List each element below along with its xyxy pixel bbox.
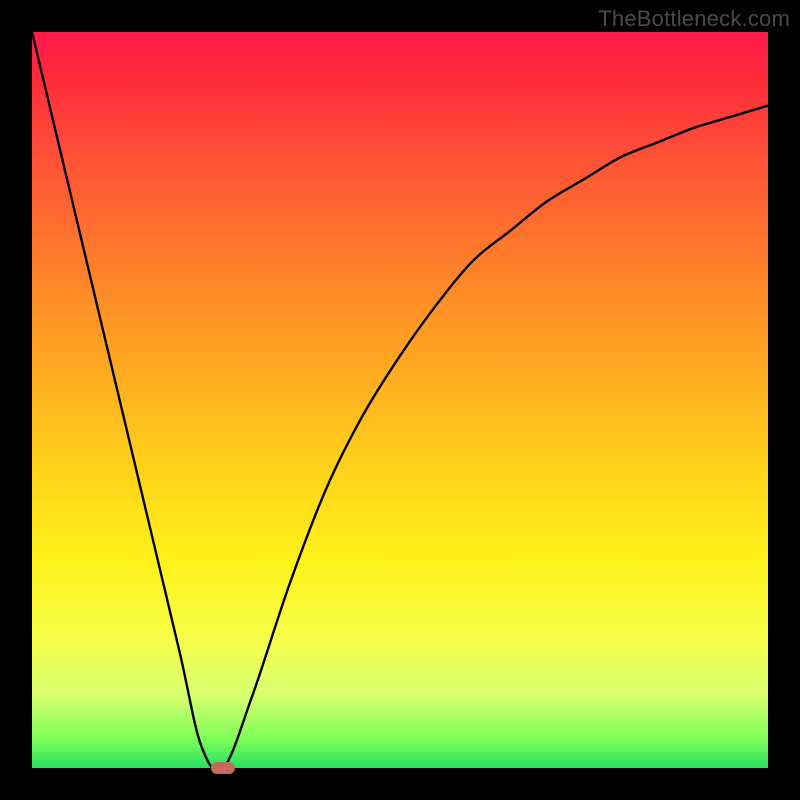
curve-svg: [32, 32, 768, 768]
plot-area: [32, 32, 768, 768]
bottleneck-curve-path: [32, 32, 768, 771]
min-marker: [211, 762, 235, 774]
chart-frame: TheBottleneck.com: [0, 0, 800, 800]
watermark-text: TheBottleneck.com: [598, 6, 790, 32]
